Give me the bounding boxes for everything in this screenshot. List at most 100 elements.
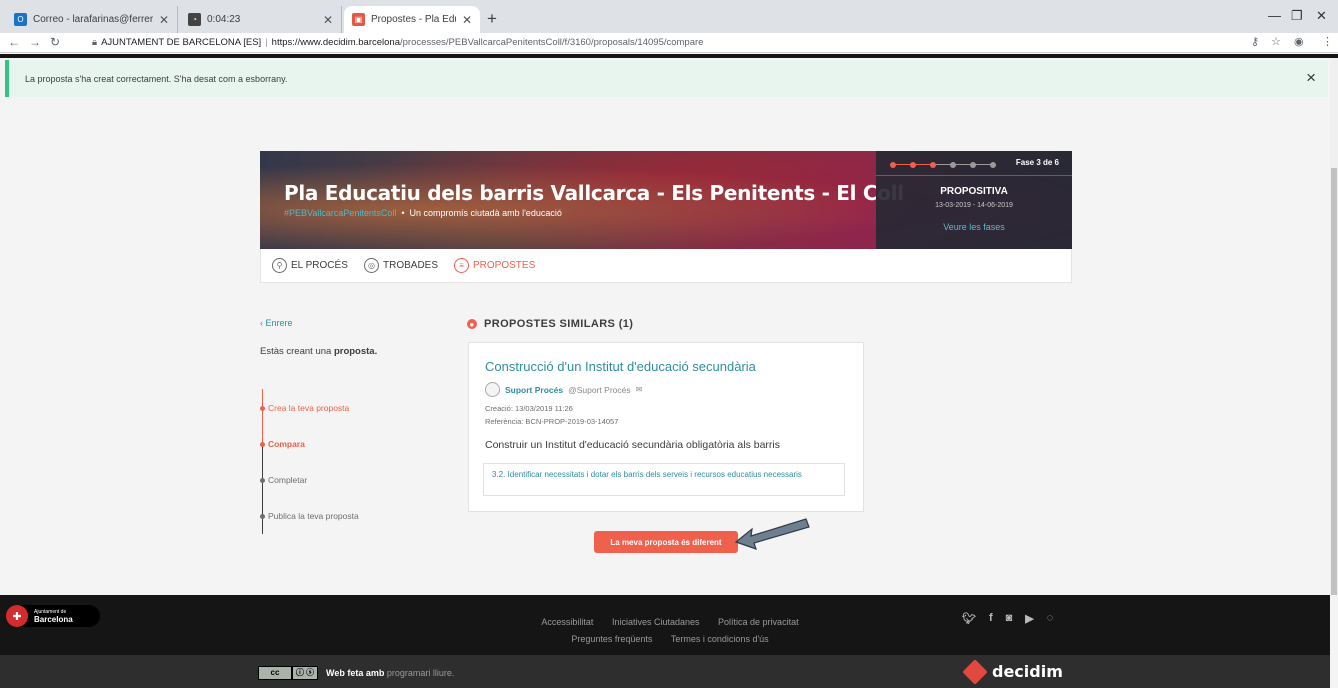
- youtube-icon[interactable]: ▶: [1025, 612, 1033, 625]
- scrollbar[interactable]: [1330, 58, 1338, 595]
- wizard-step-publish: Publica la teva proposta: [260, 511, 359, 521]
- similar-proposals-heading: ● PROPOSTES SIMILARS (1): [467, 318, 633, 330]
- info-icon: ●: [467, 319, 477, 329]
- avatar: [485, 382, 500, 397]
- phase-step-dot: [910, 162, 916, 168]
- star-icon[interactable]: ☆: [1271, 35, 1281, 48]
- browser-tab-mail[interactable]: O Correo - larafarinas@ferrerguard ✕: [6, 6, 178, 33]
- timer-icon: ◔: [188, 13, 201, 26]
- footer-links: Accessibilitat Iniciatives Ciutadanes Po…: [470, 614, 870, 648]
- barcelona-logo[interactable]: ✚ Ajuntament de Barcelona: [6, 605, 100, 627]
- author-nickname: @Suport Procés: [568, 384, 631, 395]
- envelope-icon[interactable]: ✉: [636, 385, 643, 394]
- reload-icon[interactable]: ↻: [50, 35, 60, 49]
- callout-message: La proposta s'ha creat correctament. S'h…: [25, 74, 288, 84]
- proposal-title-link[interactable]: Construcció d'un Institut d'educació sec…: [485, 359, 756, 374]
- phase-box: Fase 3 de 6 PROPOSITIVA 13-03-2019 - 14-…: [876, 151, 1072, 249]
- sub-footer: cc ⓘ ⓢ Web feta amb programari lliure. d…: [0, 655, 1330, 688]
- wizard-step-complete: Completar: [260, 475, 307, 485]
- minimize-window-icon[interactable]: —: [1268, 8, 1281, 23]
- free-software-link[interactable]: programari lliure.: [387, 668, 455, 678]
- lock-icon: 🔒︎: [92, 37, 98, 48]
- browser-tab-timer[interactable]: ◔ 0:04:23 ✕: [180, 6, 342, 33]
- decidim-logo-icon: [962, 658, 988, 685]
- close-tab-icon[interactable]: ✕: [462, 13, 472, 27]
- browser-tab-title: Correo - larafarinas@ferrerguard: [33, 14, 153, 25]
- footer-link-terms[interactable]: Termes i condicions d'ús: [671, 634, 769, 644]
- browser-tab-strip: O Correo - larafarinas@ferrerguard ✕ ◔ 0…: [0, 0, 1338, 33]
- facebook-icon[interactable]: f: [989, 612, 993, 625]
- phase-step-dot: [950, 162, 956, 168]
- back-arrow-icon[interactable]: ←: [8, 35, 20, 49]
- decidim-favicon-icon: ▣: [352, 13, 365, 26]
- process-hashtag[interactable]: #PEBVallcarcaPenitentsColl: [284, 208, 396, 218]
- footer-link-initiatives[interactable]: Iniciatives Ciutadanes: [612, 617, 700, 627]
- key-icon[interactable]: ⚷: [1251, 35, 1259, 48]
- creative-commons-icon[interactable]: cc: [258, 665, 292, 680]
- similar-proposal-card: Construcció d'un Institut d'educació sec…: [468, 342, 864, 512]
- meetings-icon: ◎: [364, 258, 379, 273]
- account-icon[interactable]: ◉: [1294, 35, 1304, 48]
- success-callout: La proposta s'ha creat correctament. S'h…: [5, 60, 1328, 97]
- process-header: Pla Educatiu dels barris Vallcarca - Els…: [260, 151, 1072, 249]
- proposal-author: Suport Procés @Suport Procés ✉: [485, 382, 642, 397]
- process-title: Pla Educatiu dels barris Vallcarca - Els…: [284, 181, 904, 205]
- browser-tab-proposals[interactable]: ▣ Propostes - Pla Educatiu dels bar ✕: [344, 6, 480, 33]
- proposal-category-tag[interactable]: 3.2. Identificar necessitats i dotar els…: [483, 463, 845, 496]
- phase-progress-remaining: [933, 164, 996, 165]
- wizard-step-compare: Compara: [260, 439, 305, 449]
- close-window-icon[interactable]: ✕: [1316, 8, 1327, 24]
- phase-step-dot: [970, 162, 976, 168]
- menu-item-label: PROPOSTES: [473, 260, 536, 271]
- address-bar: ← → ↻ 🔒︎ AJUNTAMENT DE BARCELONA [ES] | htt…: [0, 33, 1338, 53]
- phase-step-dot: [890, 162, 896, 168]
- cc-by-sa-icon[interactable]: ⓘ ⓢ: [292, 665, 318, 680]
- menu-item-meetings[interactable]: ◎ TROBADES: [364, 258, 438, 273]
- menu-item-proposals[interactable]: ≡ PROPOSTES: [454, 258, 535, 273]
- close-icon[interactable]: ×: [1306, 68, 1316, 88]
- proposal-body: Construir un Institut d'educació secundà…: [485, 439, 780, 451]
- footer-link-accessibility[interactable]: Accessibilitat: [541, 617, 593, 627]
- menu-item-label: TROBADES: [383, 260, 439, 271]
- browser-tab-title: 0:04:23: [207, 14, 241, 25]
- author-name[interactable]: Suport Procés: [505, 385, 563, 395]
- instagram-icon[interactable]: ◙: [1006, 612, 1013, 625]
- phase-dates: 13-03-2019 - 14-06-2019: [935, 202, 1013, 209]
- github-icon[interactable]: ◌: [1047, 612, 1054, 625]
- scrollbar-thumb[interactable]: [1331, 168, 1337, 595]
- proposals-icon: ≡: [454, 258, 469, 273]
- footer: ✚ Ajuntament de Barcelona Accessibilitat …: [0, 595, 1330, 655]
- annotation-arrow-icon: [734, 518, 810, 550]
- new-tab-button[interactable]: +: [487, 10, 497, 27]
- phase-name: PROPOSITIVA: [940, 186, 1008, 197]
- forward-arrow-icon[interactable]: →: [29, 35, 41, 49]
- close-tab-icon[interactable]: ✕: [159, 13, 169, 27]
- social-links: 🐦︎ f ◙ ▶ ◌: [962, 612, 1066, 625]
- close-tab-icon[interactable]: ✕: [323, 13, 333, 27]
- process-subtitle: #PEBVallcarcaPenitentsColl • Un compromís …: [284, 208, 562, 218]
- phase-progress: [890, 162, 1010, 168]
- page-top-border: [0, 54, 1338, 58]
- wizard-steps: Crea la teva proposta Compara Completar …: [260, 389, 410, 534]
- proposal-reference: Referència: BCN-PROP-2019-03-14057: [485, 417, 619, 426]
- maximize-window-icon[interactable]: ❐: [1291, 8, 1303, 24]
- site-identity: AJUNTAMENT DE BARCELONA [ES]: [101, 37, 262, 48]
- browser-tab-title: Propostes - Pla Educatiu dels bar: [371, 14, 456, 25]
- footer-link-faq[interactable]: Preguntes freqüents: [571, 634, 652, 644]
- decidim-logo[interactable]: decidim: [962, 658, 1063, 685]
- license: cc ⓘ ⓢ Web feta amb programari lliure.: [258, 665, 454, 680]
- process-subtitle-text: Un compromís ciutadà amb l'educació: [409, 208, 562, 218]
- phase-step-dot: [930, 162, 936, 168]
- wizard-step-create: Crea la teva proposta: [260, 403, 349, 413]
- footer-link-privacy[interactable]: Política de privacitat: [718, 617, 799, 627]
- menu-item-label: EL PROCÉS: [291, 260, 348, 271]
- my-proposal-is-different-button[interactable]: La meva proposta és diferent: [594, 531, 738, 553]
- outlook-icon: O: [14, 13, 27, 26]
- menu-icon[interactable]: ⋮: [1322, 35, 1333, 48]
- view-phases-link[interactable]: Veure les fases: [876, 222, 1072, 232]
- barcelona-shield-icon: ✚: [6, 605, 28, 627]
- twitter-icon[interactable]: 🐦︎: [962, 612, 976, 625]
- back-link[interactable]: ‹ Enrere: [260, 318, 293, 328]
- menu-item-process[interactable]: ⚲ EL PROCÉS: [272, 258, 348, 273]
- url-field[interactable]: 🔒︎ AJUNTAMENT DE BARCELONA [ES] | https://w…: [92, 37, 703, 48]
